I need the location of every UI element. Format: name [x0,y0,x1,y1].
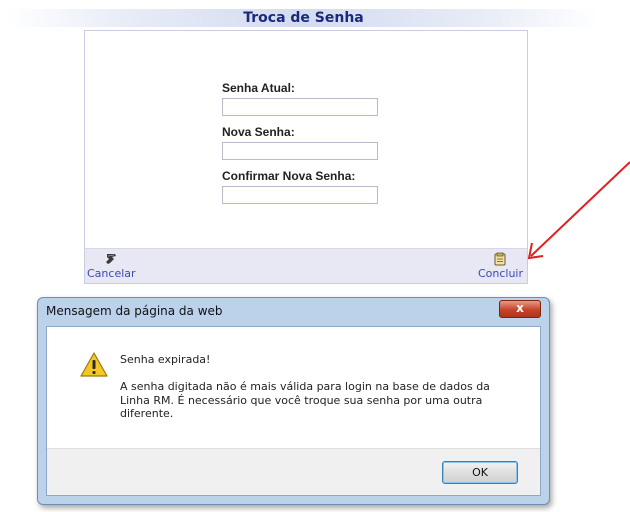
warning-icon [80,352,108,377]
confirm-password-label: Confirmar Nova Senha: [222,169,356,183]
dialog-footer: OK [47,448,540,495]
password-change-panel: Senha Atual: Nova Senha: Confirmar Nova … [84,30,528,284]
current-password-label: Senha Atual: [222,81,295,95]
password-form: Senha Atual: Nova Senha: Confirmar Nova … [222,81,378,213]
conclude-button[interactable]: Concluir [478,252,523,280]
message-body: A senha digitada não é mais válida para … [120,380,490,420]
message-title: Senha expirada! [120,353,211,366]
conclude-label: Concluir [477,267,523,280]
cancel-button[interactable]: Cancelar [87,252,136,280]
page-title: Troca de Senha [243,10,364,26]
cancel-label: Cancelar [87,267,136,280]
new-password-input[interactable] [222,142,378,160]
ok-button[interactable]: OK [442,461,518,484]
new-password-label: Nova Senha: [222,125,295,139]
confirm-password-input[interactable] [222,186,378,204]
dialog-body: Senha expirada! A senha digitada não é m… [46,326,541,496]
message-dialog: Mensagem da página da web x Senha expira… [37,297,550,505]
dialog-title: Mensagem da página da web [46,304,223,318]
cancel-icon [106,254,117,264]
conclude-icon [494,252,506,266]
current-password-input[interactable] [222,98,378,116]
form-footer: Cancelar Concluir [85,248,527,283]
dialog-close-button[interactable]: x [499,300,541,318]
page-header: Troca de Senha [8,9,599,27]
